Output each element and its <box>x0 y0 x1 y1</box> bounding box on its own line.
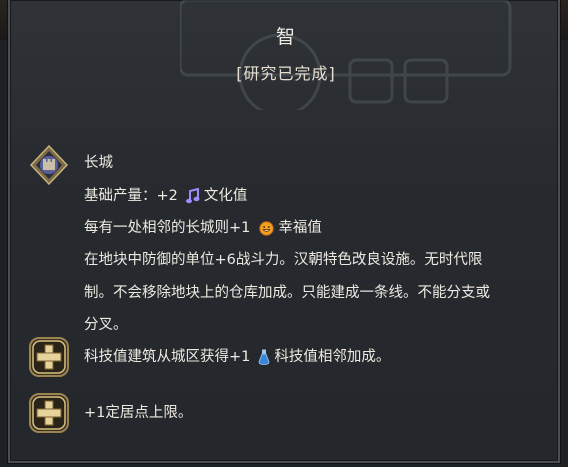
bonus-line-2: +1定居点上限。 <box>84 401 192 422</box>
great-wall-icon <box>29 145 69 185</box>
bonus-line-1: 科技值建筑从城区获得+1 科技值相邻加成。 <box>84 345 390 366</box>
smiley-face-icon <box>259 220 275 236</box>
bonus-1-text: 科技值建筑从城区获得+1 <box>84 349 251 365</box>
tooltip-title: 智 <box>275 26 296 48</box>
plus-icon <box>29 393 69 433</box>
base-yield-type: 文化值 <box>203 188 248 204</box>
background-decoration <box>180 0 512 110</box>
research-status: [研究已完成] <box>236 64 336 83</box>
adjacency-type: 幸福值 <box>278 220 322 236</box>
base-yield-label: 基础产量： <box>84 188 157 204</box>
adjacency-line: 每有一处相邻的长城则+1 幸福值 <box>84 216 322 237</box>
bonus-2-text: +1定居点上限。 <box>84 405 193 421</box>
flask-icon <box>258 349 270 365</box>
description-line-2: 制。不会移除地块上的仓库加成。只能建成一条线。不能分支或 <box>84 285 490 301</box>
bonus-1-text-after: 科技值相邻加成。 <box>274 349 391 365</box>
music-note-icon <box>185 188 200 204</box>
tooltip-panel: 智 [研究已完成] 长城 基础产量：+2 文化值 每有一处相邻的长城则+1 幸福… <box>8 0 560 463</box>
improvement-name: 长城 <box>84 155 113 171</box>
base-yield-amount: +2 <box>156 188 178 204</box>
description-line-3: 分叉。 <box>84 317 128 333</box>
plus-icon <box>29 337 69 377</box>
base-yield-line: 基础产量：+2 文化值 <box>84 184 247 205</box>
description-line-1: 在地块中防御的单位+6战斗力。汉朝特色改良设施。无时代限 <box>84 252 483 268</box>
adjacency-text: 每有一处相邻的长城则+1 <box>84 220 251 236</box>
